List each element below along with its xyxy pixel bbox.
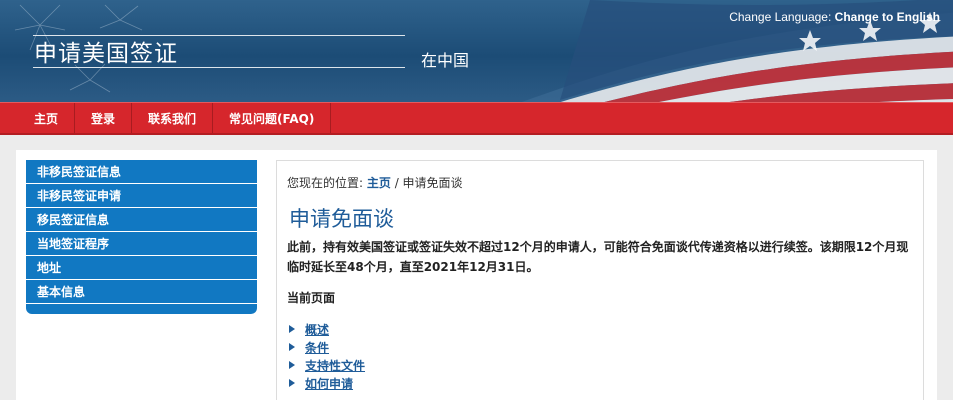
link-conditions[interactable]: 条件 (305, 339, 329, 356)
sidebar-item-basic-info[interactable]: 基本信息 (26, 280, 257, 304)
change-language-link[interactable]: Change to English (835, 10, 940, 24)
nav-faq[interactable]: 常见问题(FAQ) (213, 103, 332, 133)
main-nav: 主页 登录 联系我们 常见问题(FAQ) (0, 102, 953, 135)
page-title: 申请免面谈 (289, 207, 394, 231)
site-title: 申请美国签证 (34, 41, 178, 67)
list-item: 条件 (289, 338, 365, 356)
triangle-bullet-icon (289, 379, 295, 387)
header-banner: 申请美国签证 在中国 Change Language: Change to En… (0, 0, 953, 102)
sidebar-item-nonimmigrant-apply[interactable]: 非移民签证申请 (26, 184, 257, 208)
section-label: 当前页面 (287, 291, 336, 305)
nav-contact[interactable]: 联系我们 (132, 103, 214, 133)
triangle-bullet-icon (289, 361, 295, 369)
nav-login[interactable]: 登录 (75, 103, 133, 133)
nav-home[interactable]: 主页 (0, 103, 76, 133)
country-label: 在中国 (421, 51, 470, 70)
breadcrumb: 您现在的位置: 主页 / 申请免面谈 (287, 174, 463, 191)
language-switcher: Change Language: Change to English (729, 10, 940, 24)
main-panel: 您现在的位置: 主页 / 申请免面谈 申请免面谈 此前，持有效美国签证或签证失效… (276, 160, 924, 400)
content-wrapper: 非移民签证信息 非移民签证申请 移民签证信息 当地签证程序 地址 基本信息 您现… (16, 150, 937, 400)
page-links-list: 概述 条件 支持性文件 如何申请 (289, 320, 365, 392)
breadcrumb-prefix: 您现在的位置: (287, 176, 367, 190)
list-item: 如何申请 (289, 374, 365, 392)
sidebar-menu: 非移民签证信息 非移民签证申请 移民签证信息 当地签证程序 地址 基本信息 (26, 160, 257, 314)
notice-text: 此前，持有效美国签证或签证失效不超过12个月的申请人，可能符合免面谈代传递资格以… (287, 240, 909, 274)
sidebar-item-address[interactable]: 地址 (26, 256, 257, 280)
link-supporting-documents[interactable]: 支持性文件 (305, 357, 365, 374)
sidebar-item-local-procedures[interactable]: 当地签证程序 (26, 232, 257, 256)
triangle-bullet-icon (289, 343, 295, 351)
breadcrumb-current: 申请免面谈 (402, 176, 463, 190)
breadcrumb-home-link[interactable]: 主页 (367, 176, 391, 190)
list-item: 支持性文件 (289, 356, 365, 374)
list-item: 概述 (289, 320, 365, 338)
link-overview[interactable]: 概述 (305, 321, 329, 338)
triangle-bullet-icon (289, 325, 295, 333)
sidebar-item-immigrant-info[interactable]: 移民签证信息 (26, 208, 257, 232)
sidebar-item-nonimmigrant-info[interactable]: 非移民签证信息 (26, 160, 257, 184)
breadcrumb-separator: / (390, 176, 403, 190)
language-prefix: Change Language: (729, 10, 835, 24)
title-rule-bottom (33, 67, 405, 68)
link-how-to-apply[interactable]: 如何申请 (305, 375, 353, 392)
